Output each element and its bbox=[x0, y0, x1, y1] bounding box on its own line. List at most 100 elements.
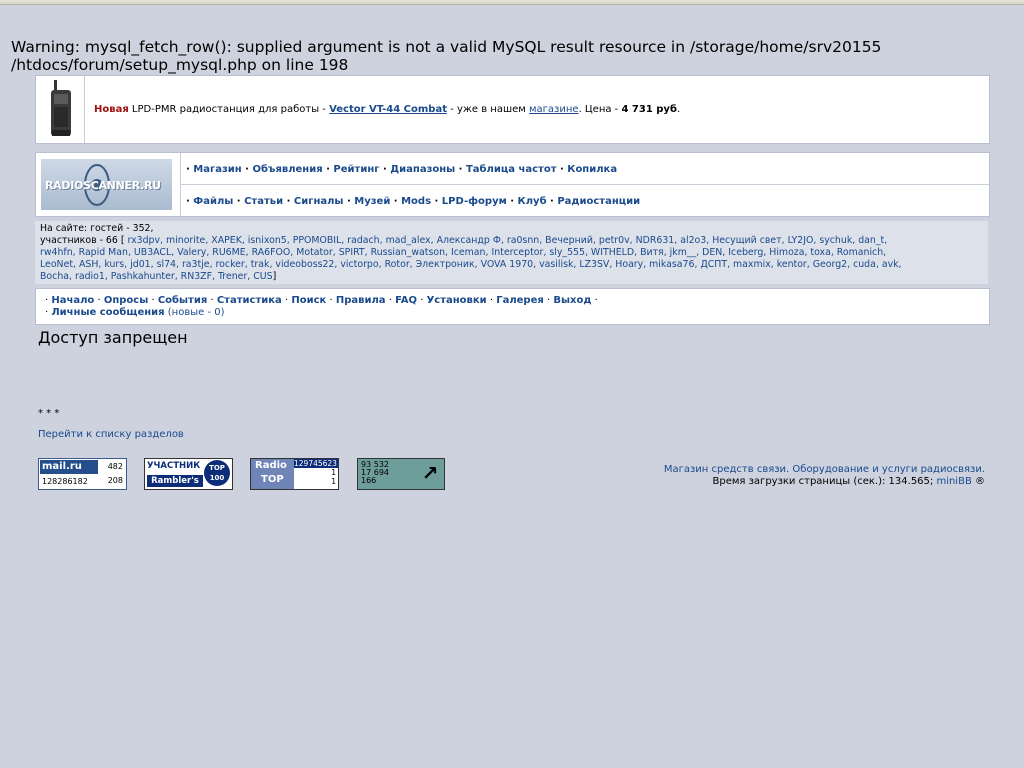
separator-stars: * * * bbox=[38, 408, 60, 419]
walkie-talkie-icon[interactable] bbox=[49, 80, 73, 138]
bullet-separator: · bbox=[431, 196, 442, 207]
minibb-link[interactable]: miniBB bbox=[936, 476, 971, 487]
menu-link-2[interactable]: События bbox=[158, 295, 207, 306]
radiotop-radio-text: Radio bbox=[255, 460, 287, 471]
nav-link-4[interactable]: Таблица частот bbox=[466, 164, 557, 175]
footer-reg: ® bbox=[971, 476, 985, 487]
online-members-list-3[interactable]: LeoNet, ASH, kurs, jd01, sl74, ra3tje, r… bbox=[40, 259, 902, 271]
menu-link-7[interactable]: Установки bbox=[427, 295, 487, 306]
bullet-separator: · bbox=[385, 295, 396, 306]
bullet-separator: · bbox=[281, 295, 292, 306]
php-warning: Warning: mysql_fetch_row(): supplied arg… bbox=[11, 38, 1016, 74]
nav-link-4[interactable]: Mods bbox=[401, 196, 431, 207]
nav-link-0[interactable]: Файлы bbox=[193, 196, 233, 207]
menu-link-0[interactable]: Начало bbox=[51, 295, 94, 306]
private-messages-link[interactable]: Личные сообщения bbox=[51, 307, 164, 318]
bullet-separator: · bbox=[148, 295, 158, 306]
radiotop-count-3: 1 bbox=[331, 477, 336, 486]
ad-product-link[interactable]: Vector VT-44 Combat bbox=[329, 104, 447, 115]
logo-text: RADIOSCANNER.RU bbox=[45, 179, 161, 192]
nav-link-2[interactable]: Сигналы bbox=[294, 196, 344, 207]
bullet-separator: · bbox=[543, 295, 554, 306]
goto-sections-link[interactable]: Перейти к списку разделов bbox=[38, 429, 184, 440]
ad-text: Новая LPD-PMR радиостанция для работы - … bbox=[94, 104, 680, 115]
online-members-list-4[interactable]: Bocha, radio1, Pashkahunter, RN3ZF, Tren… bbox=[40, 271, 273, 282]
bullet-separator: · bbox=[556, 164, 568, 175]
menu-link-6[interactable]: FAQ bbox=[395, 295, 417, 306]
menu-link-1[interactable]: Опросы bbox=[104, 295, 148, 306]
ad-shop-link[interactable]: магазине bbox=[529, 104, 579, 115]
footer-load-time: Время загрузки страницы (сек.): 134.565; bbox=[712, 476, 937, 487]
arrow-up-right-icon: ↗ bbox=[421, 461, 439, 485]
forum-menu: · Начало · Опросы · События · Статистика… bbox=[35, 288, 990, 325]
nav-link-3[interactable]: Музей bbox=[354, 196, 390, 207]
warning-message: : mysql_fetch_row(): supplied argument i… bbox=[74, 38, 690, 56]
nav-link-5[interactable]: Копилка bbox=[567, 164, 617, 175]
mailru-counter[interactable]: mail.ru 482 128286182 208 bbox=[38, 458, 127, 490]
liveinternet-counter[interactable]: 93 532 17 694 166 ↗ bbox=[357, 458, 445, 490]
menu-link-3[interactable]: Статистика bbox=[217, 295, 282, 306]
bullet-separator: · bbox=[506, 196, 518, 207]
nav-link-1[interactable]: Статьи bbox=[244, 196, 283, 207]
ad-text-1: LPD-PMR радиостанция для работы - bbox=[128, 104, 330, 115]
mailru-count-1: 482 bbox=[107, 462, 123, 471]
menu-link-4[interactable]: Поиск bbox=[291, 295, 326, 306]
online-members-line-5: Bocha, radio1, Pashkahunter, RN3ZF, Tren… bbox=[40, 271, 276, 283]
online-members-list-2[interactable]: rw4hfn, Rapid Man, UB3ACL, Valery, RU6ME… bbox=[40, 247, 886, 259]
warning-on-line: on line bbox=[256, 56, 319, 74]
rambler-name: Rambler's bbox=[147, 475, 203, 487]
nav-link-7[interactable]: Радиостанции bbox=[557, 196, 640, 207]
menu-link-8[interactable]: Галерея bbox=[496, 295, 544, 306]
warning-label: Warning bbox=[11, 38, 75, 56]
rambler-participant-text: УЧАСТНИК bbox=[147, 461, 201, 471]
menu-link-5[interactable]: Правила bbox=[336, 295, 386, 306]
warning-line-number: 198 bbox=[318, 56, 349, 74]
bullet-separator: · bbox=[94, 295, 104, 306]
nav-row-1: · Магазин · Объявления · Рейтинг · Диапа… bbox=[181, 153, 989, 185]
bullet-separator: · bbox=[455, 164, 466, 175]
nav-row-1-items: · Магазин · Объявления · Рейтинг · Диапа… bbox=[186, 164, 617, 175]
online-members-label: участников - 66 [ bbox=[40, 235, 128, 246]
radiotop-counter[interactable]: Radio TOP 129745623 1 1 bbox=[250, 458, 339, 490]
nav-row-2: · Файлы · Статьи · Сигналы · Музей · Mod… bbox=[181, 185, 989, 216]
radiotop-top-text: TOP bbox=[261, 474, 284, 485]
online-guests: На сайте: гостей - 352, bbox=[40, 223, 154, 234]
bullet-separator: · bbox=[343, 196, 355, 207]
forum-menu-items: · Начало · Опросы · События · Статистика… bbox=[45, 295, 598, 306]
bullet-separator: · bbox=[326, 295, 336, 306]
bullet-separator: · bbox=[283, 196, 294, 207]
bullet-separator: · bbox=[233, 196, 245, 207]
menu-link-9[interactable]: Выход bbox=[553, 295, 591, 306]
liveinternet-count-3: 166 bbox=[361, 476, 377, 485]
bullet-separator: · bbox=[322, 164, 334, 175]
bullet-separator: · bbox=[546, 196, 558, 207]
nav-link-5[interactable]: LPD-форум bbox=[442, 196, 507, 207]
ad-price: 4 731 руб bbox=[621, 104, 677, 115]
bullet-separator: · bbox=[241, 164, 253, 175]
rambler-top100-badge: TOP 100 bbox=[204, 460, 230, 486]
nav-row-2-items: · Файлы · Статьи · Сигналы · Музей · Mod… bbox=[186, 196, 640, 207]
page-title: Доступ запрещен bbox=[38, 328, 188, 347]
ad-image-cell bbox=[36, 76, 85, 143]
online-members-line-1: участников - 66 [ rx3dpv, minorite, XAPE… bbox=[40, 235, 887, 247]
nav-link-1[interactable]: Объявления bbox=[252, 164, 322, 175]
footer-shop-link[interactable]: Магазин средств связи. Оборудование и ус… bbox=[664, 464, 985, 475]
footer: Магазин средств связи. Оборудование и ус… bbox=[664, 464, 985, 488]
ad-text-3: . Цена - bbox=[578, 104, 622, 115]
bullet-separator: · bbox=[390, 196, 402, 207]
bullet-separator: · bbox=[417, 295, 427, 306]
mailru-count-3: 208 bbox=[107, 476, 123, 485]
nav-link-3[interactable]: Диапазоны bbox=[390, 164, 455, 175]
online-users: На сайте: гостей - 352, участников - 66 … bbox=[35, 221, 988, 284]
online-members-list-1[interactable]: rx3dpv, minorite, XAPEK, isnixon5, PPOMO… bbox=[127, 235, 887, 246]
nav-link-0[interactable]: Магазин bbox=[193, 164, 241, 175]
logo-cell: RADIOSCANNER.RU bbox=[36, 153, 181, 216]
radiotop-count-2: 1 bbox=[331, 468, 336, 477]
radiotop-numbers: 129745623 1 1 bbox=[294, 459, 338, 489]
rambler-top100-counter[interactable]: УЧАСТНИК Rambler's TOP 100 bbox=[144, 458, 233, 490]
site-logo[interactable]: RADIOSCANNER.RU bbox=[41, 159, 172, 210]
liveinternet-numbers: 93 532 17 694 166 bbox=[361, 461, 389, 485]
nav-link-6[interactable]: Клуб bbox=[518, 196, 547, 207]
private-messages-count: (новые - 0) bbox=[167, 307, 225, 318]
nav-link-2[interactable]: Рейтинг bbox=[333, 164, 379, 175]
